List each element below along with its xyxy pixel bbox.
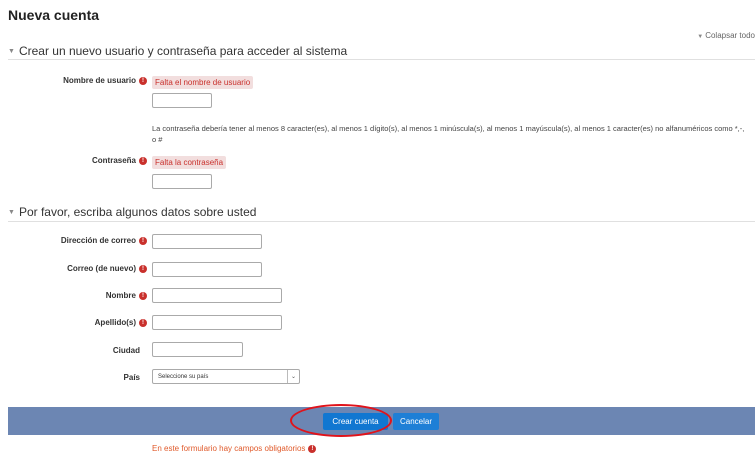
- firstname-label: Nombre !: [106, 291, 147, 300]
- create-account-button[interactable]: Crear cuenta: [323, 413, 388, 430]
- password-policy-hint: La contraseña debería tener al menos 8 c…: [152, 124, 745, 144]
- required-fields-note-text: En este formulario hay campos obligatori…: [152, 444, 306, 453]
- city-label-text: Ciudad: [112, 346, 140, 355]
- password-label: Contraseña !: [92, 156, 147, 165]
- country-select[interactable]: Seleccione su país ⌄: [152, 369, 300, 384]
- required-fields-note: En este formulario hay campos obligatori…: [152, 444, 317, 453]
- country-selected-value: Seleccione su país: [158, 373, 209, 380]
- email-label: Dirección de correo !: [61, 236, 147, 245]
- required-icon: !: [139, 291, 147, 300]
- required-icon: !: [139, 264, 147, 273]
- page-title: Nueva cuenta: [8, 7, 100, 23]
- country-label-text: País: [123, 373, 140, 382]
- section-title: Crear un nuevo usuario y contraseña para…: [18, 44, 348, 58]
- username-input[interactable]: [152, 93, 212, 108]
- required-icon: !: [139, 318, 147, 327]
- city-label: Ciudad: [113, 346, 140, 355]
- password-input[interactable]: [152, 174, 212, 189]
- required-icon: !: [139, 236, 147, 245]
- city-input[interactable]: [152, 342, 243, 357]
- section-header-personal[interactable]: ▼ Por favor, escriba algunos datos sobre …: [8, 205, 256, 219]
- section-divider: [8, 59, 755, 60]
- required-icon: !: [139, 76, 147, 85]
- username-label-text: Nombre de usuario: [63, 76, 136, 85]
- country-label: País: [124, 373, 140, 382]
- collapse-all-link[interactable]: ▼ Colapsar todo: [697, 31, 755, 40]
- username-label: Nombre de usuario !: [63, 76, 147, 85]
- required-icon: !: [308, 444, 317, 453]
- password-error: Falta la contraseña: [152, 156, 227, 169]
- collapse-triangle-icon: ▼: [8, 48, 15, 55]
- email-confirm-label: Correo (de nuevo) !: [67, 264, 147, 273]
- required-icon: !: [139, 156, 147, 165]
- section-title: Por favor, escriba algunos datos sobre u…: [18, 205, 257, 219]
- firstname-input[interactable]: [152, 288, 282, 303]
- username-error: Falta el nombre de usuario: [152, 76, 254, 89]
- collapse-triangle-icon: ▼: [8, 209, 15, 216]
- email-input[interactable]: [152, 234, 262, 249]
- chevron-down-icon: ⌄: [287, 370, 299, 383]
- section-divider: [8, 221, 755, 222]
- email-confirm-label-text: Correo (de nuevo): [67, 264, 136, 273]
- cancel-button[interactable]: Cancelar: [393, 413, 439, 430]
- collapse-all-label: Colapsar todo: [705, 31, 755, 40]
- lastname-label-text: Apellido(s): [94, 318, 136, 327]
- lastname-label: Apellido(s) !: [95, 318, 147, 327]
- section-header-account[interactable]: ▼ Crear un nuevo usuario y contraseña par…: [8, 44, 347, 58]
- email-label-text: Dirección de correo: [60, 236, 136, 245]
- firstname-label-text: Nombre: [105, 291, 136, 300]
- password-label-text: Contraseña: [91, 156, 136, 165]
- email-confirm-input[interactable]: [152, 262, 262, 277]
- lastname-input[interactable]: [152, 315, 282, 330]
- collapse-triangle-icon: ▼: [697, 34, 704, 40]
